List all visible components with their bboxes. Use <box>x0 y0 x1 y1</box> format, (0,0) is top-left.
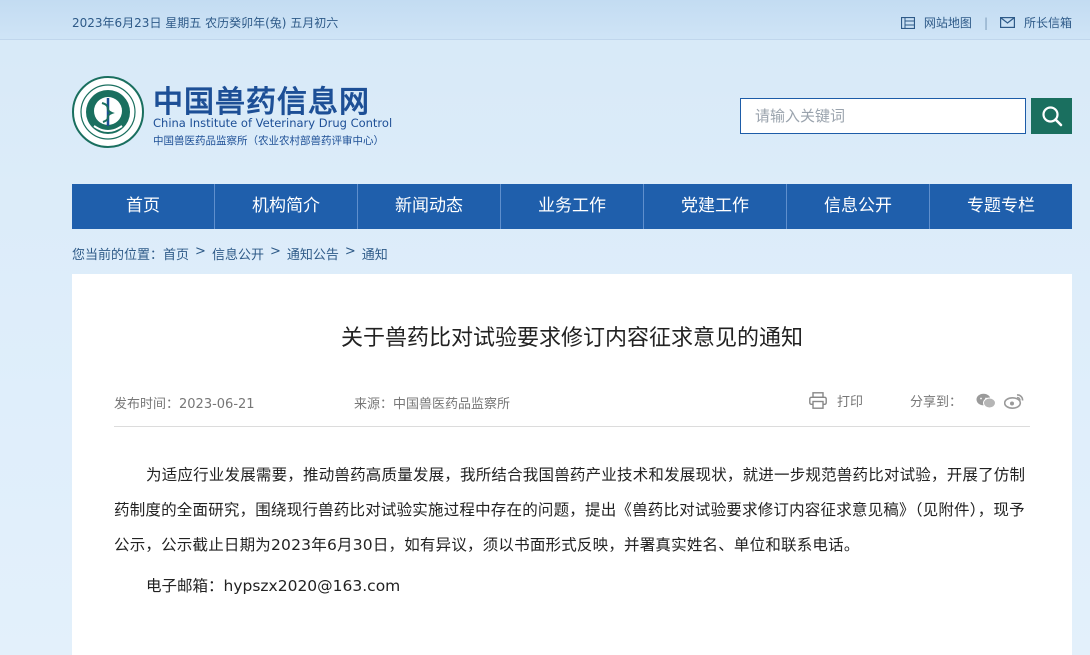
breadcrumb-disclosure[interactable]: 信息公开 <box>212 244 264 263</box>
site-title: 中国兽药信息网 <box>153 85 370 120</box>
weibo-icon[interactable] <box>1004 393 1024 409</box>
nav-item-special[interactable]: 专题专栏 <box>930 184 1072 229</box>
search-button[interactable] <box>1031 98 1072 134</box>
current-date: 2023年6月23日 星期五 农历癸卯年(兔) 五月初六 <box>72 16 339 30</box>
wechat-icon[interactable] <box>976 393 997 409</box>
mailbox-link[interactable]: 所长信箱 <box>999 14 1072 31</box>
breadcrumb-home[interactable]: 首页 <box>163 244 189 263</box>
top-links: 网站地图 | 所长信箱 <box>900 14 1072 31</box>
breadcrumb: 您当前的位置： 首页 > 信息公开 > 通知公告 > 通知 <box>72 244 388 263</box>
nav-item-news[interactable]: 新闻动态 <box>358 184 501 229</box>
breadcrumb-prefix: 您当前的位置： <box>72 248 164 263</box>
breadcrumb-notice[interactable]: 通知 <box>362 244 388 263</box>
article-card: 关于兽药比对试验要求修订内容征求意见的通知 发布时间：2023-06-21 来源… <box>72 274 1072 655</box>
meta-divider <box>114 426 1030 427</box>
article-source: 来源：中国兽医药品监察所 <box>354 397 511 412</box>
sitemap-link[interactable]: 网站地图 <box>900 14 972 31</box>
share-bar: 分享到： <box>910 391 1024 410</box>
share-label: 分享到： <box>910 395 963 410</box>
nav-item-about[interactable]: 机构简介 <box>215 184 358 229</box>
breadcrumb-arrow: > <box>269 244 281 259</box>
site-subtitle: 中国兽医药品监察所（农业农村部兽药评审中心） <box>153 135 384 147</box>
site-title-en: China Institute of Veterinary Drug Contr… <box>153 116 393 130</box>
sitemap-icon <box>900 16 915 29</box>
search-icon <box>1041 106 1062 127</box>
article-body: 为适应行业发展需要，推动兽药高质量发展，我所结合我国兽药产业技术和发展现状，就进… <box>114 466 1026 554</box>
nav-item-party[interactable]: 党建工作 <box>644 184 787 229</box>
printer-icon <box>809 392 827 409</box>
publish-date: 发布时间：2023-06-21 <box>114 397 255 412</box>
nav-item-disclosure[interactable]: 信息公开 <box>787 184 930 229</box>
sitemap-label: 网站地图 <box>923 16 972 30</box>
breadcrumb-arrow: > <box>195 244 206 259</box>
link-separator: | <box>983 15 988 30</box>
print-label: 打印 <box>837 395 864 410</box>
nav-item-business[interactable]: 业务工作 <box>501 184 644 229</box>
breadcrumb-arrow: > <box>344 244 356 259</box>
emblem-logo[interactable] <box>72 76 144 148</box>
nav-item-home[interactable]: 首页 <box>72 184 215 229</box>
print-button[interactable]: 打印 <box>809 391 863 410</box>
contact-email: 电子邮箱：hypszx2020@163.com <box>146 577 401 595</box>
breadcrumb-announcements[interactable]: 通知公告 <box>287 244 339 263</box>
article-title: 关于兽药比对试验要求修订内容征求意见的通知 <box>340 326 803 351</box>
mail-icon <box>999 17 1015 28</box>
main-nav: 首页 机构简介 新闻动态 业务工作 党建工作 信息公开 专题专栏 <box>72 184 1072 229</box>
mailbox-label: 所长信箱 <box>1023 16 1072 30</box>
top-bar: 2023年6月23日 星期五 农历癸卯年(兔) 五月初六 网站地图 | 所长信箱 <box>0 0 1090 40</box>
search-input[interactable] <box>740 98 1026 134</box>
